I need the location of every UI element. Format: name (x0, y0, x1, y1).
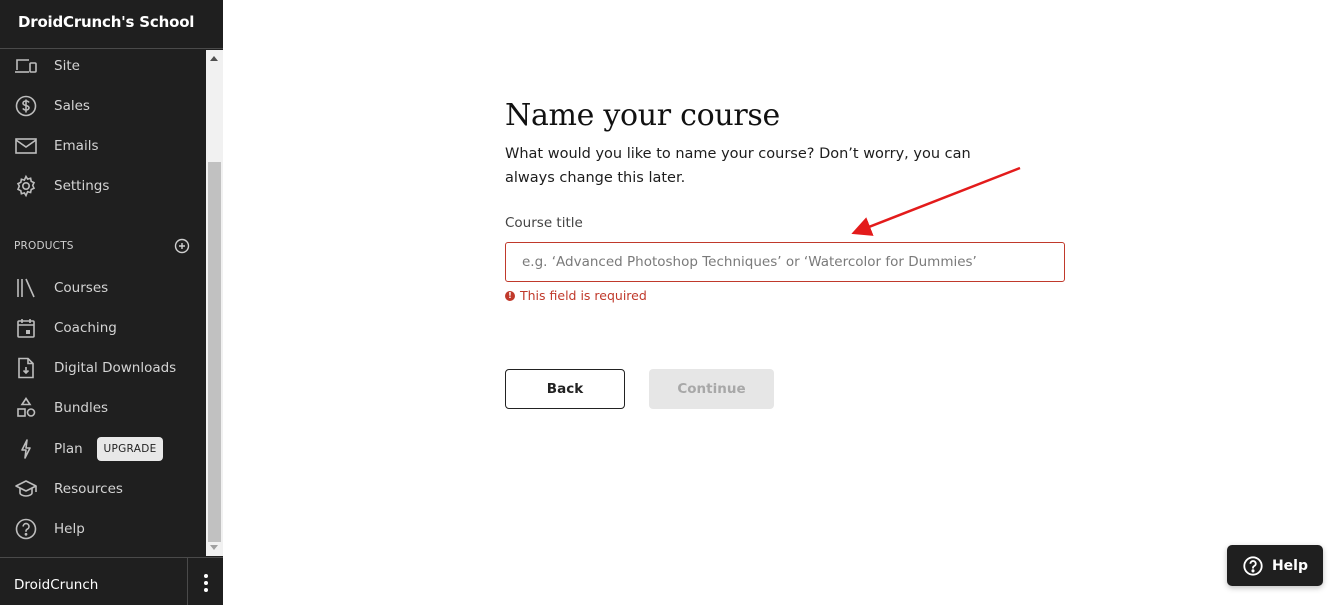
field-error: ! This field is required (505, 288, 647, 303)
sidebar-item-sales[interactable]: Sales (0, 88, 206, 124)
sidebar-item-label: Bundles (54, 400, 109, 416)
sidebar-nav: Site Sales Emails Settings PRODUCTS Cour… (0, 50, 206, 556)
sidebar-item-label: Coaching (54, 320, 117, 336)
sidebar-item-digital-downloads[interactable]: Digital Downloads (0, 350, 206, 386)
sidebar-item-label: Courses (54, 280, 109, 296)
app-root: DroidCrunch's School Site Sales Emails S… (0, 0, 1343, 605)
sidebar-scrollbar[interactable] (206, 50, 223, 556)
shapes-icon (14, 396, 38, 420)
sidebar-item-plan[interactable]: Plan UPGRADE (0, 431, 206, 467)
school-title[interactable]: DroidCrunch's School (18, 13, 194, 31)
upgrade-badge[interactable]: UPGRADE (97, 437, 163, 461)
footer-divider (187, 558, 188, 605)
sidebar-item-emails[interactable]: Emails (0, 128, 206, 164)
plus-circle-icon[interactable] (174, 238, 190, 254)
scroll-down-arrow-icon[interactable] (210, 545, 218, 550)
gear-icon (14, 174, 38, 198)
scrollbar-thumb[interactable] (208, 162, 221, 542)
sidebar-item-label: Emails (54, 138, 99, 154)
page-title: Name your course (505, 98, 780, 133)
continue-button[interactable]: Continue (649, 369, 774, 409)
sidebar-footer: DroidCrunch (0, 557, 223, 605)
sidebar-item-bundles[interactable]: Bundles (0, 390, 206, 426)
sidebar-item-courses[interactable]: Courses (0, 270, 206, 306)
sidebar-item-label: Sales (54, 98, 90, 114)
sidebar-item-coaching[interactable]: Coaching (0, 310, 206, 346)
course-title-input[interactable] (505, 242, 1065, 282)
graduation-cap-icon (14, 477, 38, 501)
sidebar-item-resources[interactable]: Resources (0, 471, 206, 507)
mail-icon (14, 134, 38, 158)
library-icon (14, 276, 38, 300)
help-widget-label: Help (1271, 557, 1309, 574)
calendar-icon (14, 316, 38, 340)
error-exclamation-icon: ! (505, 290, 515, 301)
kebab-menu-icon[interactable] (196, 570, 216, 596)
sidebar-item-label: Digital Downloads (54, 360, 177, 376)
main-content: Name your course What would you like to … (223, 0, 1343, 605)
sidebar-item-label: Settings (54, 178, 110, 194)
help-widget-button[interactable]: Help (1227, 545, 1323, 586)
sidebar-item-label: Site (54, 58, 80, 74)
scroll-up-arrow-icon[interactable] (210, 56, 218, 61)
dollar-circle-icon (14, 94, 38, 118)
sidebar: DroidCrunch's School Site Sales Emails S… (0, 0, 223, 605)
products-section-label: PRODUCTS (14, 240, 74, 252)
sidebar-item-label: Help (54, 521, 85, 537)
error-message: This field is required (520, 288, 647, 303)
sidebar-item-help[interactable]: Help (0, 511, 206, 547)
school-header: DroidCrunch's School (0, 0, 223, 49)
back-button[interactable]: Back (505, 369, 625, 409)
course-title-label: Course title (505, 215, 583, 231)
file-download-icon (14, 356, 38, 380)
account-name[interactable]: DroidCrunch (14, 577, 98, 593)
devices-icon (14, 54, 38, 78)
sidebar-item-site[interactable]: Site (0, 50, 206, 84)
sidebar-item-label: Resources (54, 481, 123, 497)
annotation-arrow (851, 166, 1021, 236)
question-circle-icon (14, 517, 38, 541)
sidebar-item-settings[interactable]: Settings (0, 168, 206, 204)
lightning-icon (14, 437, 38, 461)
sidebar-item-label: Plan (54, 441, 83, 457)
page-description: What would you like to name your course?… (505, 146, 971, 186)
question-circle-icon (1243, 555, 1263, 576)
